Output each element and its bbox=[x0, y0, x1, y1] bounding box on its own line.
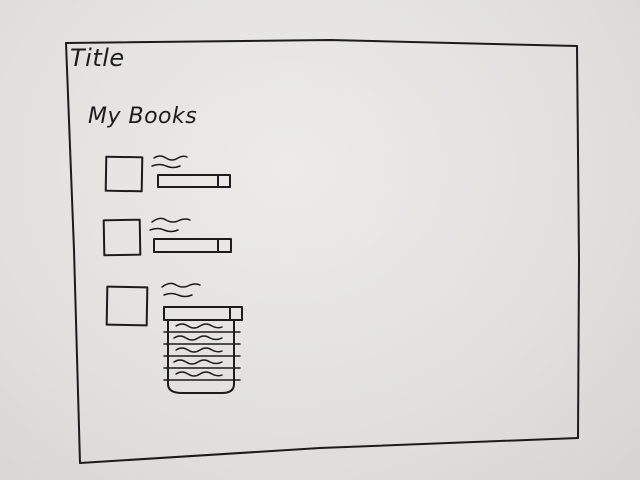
window-title: Title bbox=[70, 44, 125, 72]
section-heading: My Books bbox=[88, 104, 198, 129]
dropdown-option[interactable] bbox=[173, 335, 223, 341]
dropdown-options-list bbox=[163, 319, 241, 394]
book-row bbox=[104, 155, 231, 193]
dropdown-option[interactable] bbox=[175, 347, 223, 353]
book-row bbox=[102, 217, 232, 257]
book-dropdown[interactable] bbox=[157, 174, 231, 188]
book-checkbox[interactable] bbox=[102, 218, 142, 257]
book-checkbox[interactable] bbox=[105, 285, 149, 327]
book-title-scribble bbox=[161, 282, 201, 298]
book-dropdown[interactable] bbox=[153, 238, 232, 253]
dropdown-option[interactable] bbox=[173, 359, 223, 365]
dropdown-option[interactable] bbox=[175, 323, 223, 329]
dropdown-option[interactable] bbox=[175, 371, 223, 377]
wireframe-sketch bbox=[65, 39, 580, 464]
book-dropdown-open[interactable] bbox=[163, 306, 243, 394]
book-title-scribble bbox=[149, 217, 191, 233]
book-title-scribble bbox=[151, 155, 188, 169]
book-row bbox=[105, 282, 243, 394]
book-checkbox[interactable] bbox=[104, 155, 144, 193]
